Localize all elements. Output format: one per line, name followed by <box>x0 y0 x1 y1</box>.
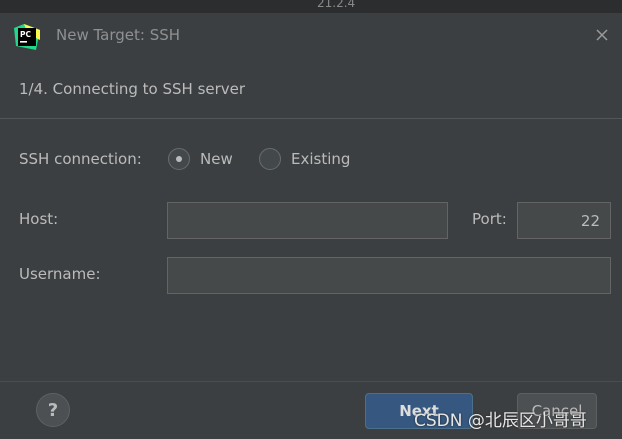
help-button[interactable]: ? <box>36 393 70 427</box>
ssh-connection-label: SSH connection: <box>19 150 142 168</box>
radio-existing[interactable] <box>259 148 281 170</box>
radio-new[interactable] <box>168 148 190 170</box>
divider <box>0 118 622 119</box>
svg-text:PC: PC <box>20 30 31 39</box>
host-input[interactable] <box>167 202 448 239</box>
window-title: New Target: SSH <box>56 26 181 44</box>
host-label: Host: <box>19 210 59 228</box>
background-window-strip: 21.2.4 <box>0 0 622 13</box>
background-window-text: 21.2.4 <box>317 0 356 10</box>
username-input[interactable] <box>167 257 611 294</box>
port-input[interactable] <box>517 202 611 239</box>
step-title: 1/4. Connecting to SSH server <box>19 80 246 98</box>
radio-existing-label[interactable]: Existing <box>291 150 350 168</box>
port-label: Port: <box>472 210 507 228</box>
dialog-titlebar: PC New Target: SSH <box>0 13 622 61</box>
close-icon[interactable] <box>594 27 610 43</box>
radio-new-label[interactable]: New <box>200 150 233 168</box>
username-label: Username: <box>19 265 101 283</box>
pycharm-logo-icon: PC <box>14 24 40 50</box>
watermark: CSDN @北辰区小哥哥 <box>414 411 587 431</box>
